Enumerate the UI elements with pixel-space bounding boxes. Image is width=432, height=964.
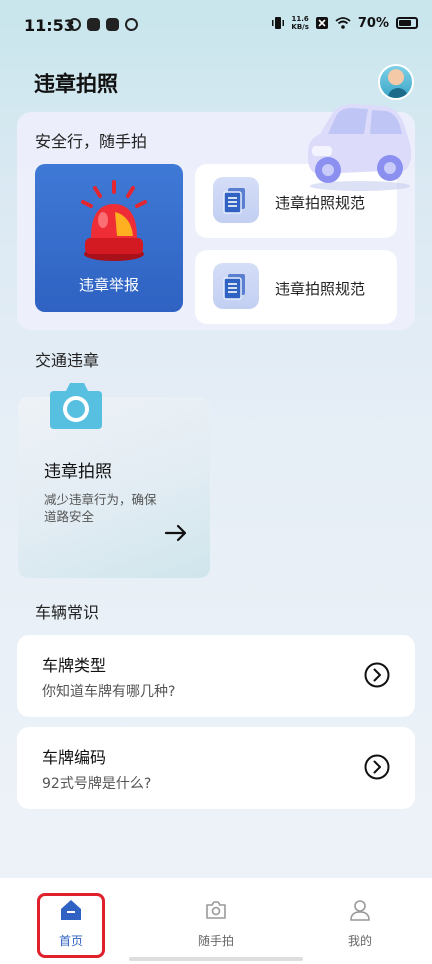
chevron-right-icon[interactable]: [364, 662, 390, 688]
nav-item-profile[interactable]: 我的: [320, 878, 400, 964]
network-speed: 11.6 KB/s: [291, 15, 308, 31]
nav-item-snapshot[interactable]: 随手拍: [176, 878, 256, 964]
camera-icon: [50, 383, 102, 429]
status-right: 11.6 KB/s 70%: [272, 15, 418, 31]
chevron-right-icon[interactable]: [364, 754, 390, 780]
battery-icon: [396, 17, 418, 29]
plate-type-title: 车牌类型: [42, 656, 107, 675]
photo-rules-label-2: 违章拍照规范: [275, 280, 366, 298]
home-indicator: [129, 957, 303, 961]
speed-value: 11.6: [291, 15, 309, 23]
plate-code-card[interactable]: 车牌编码 92式号牌是什么?: [17, 727, 415, 809]
document-icon: [213, 177, 259, 223]
status-bar: 11:53 11.6 KB/s 70%: [0, 0, 432, 52]
photo-rules-button-2[interactable]: 违章拍照规范: [195, 250, 397, 324]
notification-icons: [68, 18, 138, 31]
violation-photo-card[interactable]: 违章拍照 减少违章行为，确保道路安全: [18, 397, 210, 578]
arrow-right-icon[interactable]: [164, 521, 188, 545]
violation-photo-title: 违章拍照: [44, 462, 112, 482]
report-violation-label: 违章举报: [78, 276, 139, 294]
play-icon: [106, 18, 119, 31]
message-icon: [125, 18, 138, 31]
nav-label-profile: 我的: [347, 934, 372, 948]
plate-code-subtitle: 92式号牌是什么?: [42, 776, 152, 792]
document-icon: [213, 263, 259, 309]
plate-type-card[interactable]: 车牌类型 你知道车牌有哪几种?: [17, 635, 415, 717]
wifi-icon: [335, 17, 351, 29]
sync-icon: [68, 18, 81, 31]
app-icon: [87, 18, 100, 31]
person-icon: [350, 900, 370, 921]
vehicle-section-title: 车辆常识: [35, 603, 100, 622]
camera-icon: [206, 901, 226, 919]
avatar[interactable]: [378, 64, 414, 100]
traffic-section-title: 交通违章: [35, 351, 100, 370]
no-sim-icon: [315, 17, 328, 29]
siren-icon: [81, 180, 147, 261]
vibrate-icon: [272, 17, 285, 29]
battery-percent: 70%: [357, 15, 389, 31]
plate-code-title: 车牌编码: [42, 748, 107, 767]
plate-type-subtitle: 你知道车牌有哪几种?: [42, 684, 176, 700]
page-title: 违章拍照: [34, 72, 118, 96]
car-illustration-icon: [307, 104, 412, 191]
selection-highlight: [37, 893, 105, 958]
card-title: 安全行，随手拍: [35, 132, 148, 151]
photo-rules-label: 违章拍照规范: [275, 194, 366, 212]
report-violation-button[interactable]: 违章举报: [35, 164, 183, 312]
violation-photo-description: 减少违章行为，确保道路安全: [44, 492, 157, 524]
speed-unit: KB/s: [291, 23, 309, 31]
nav-label-snapshot: 随手拍: [197, 934, 234, 948]
